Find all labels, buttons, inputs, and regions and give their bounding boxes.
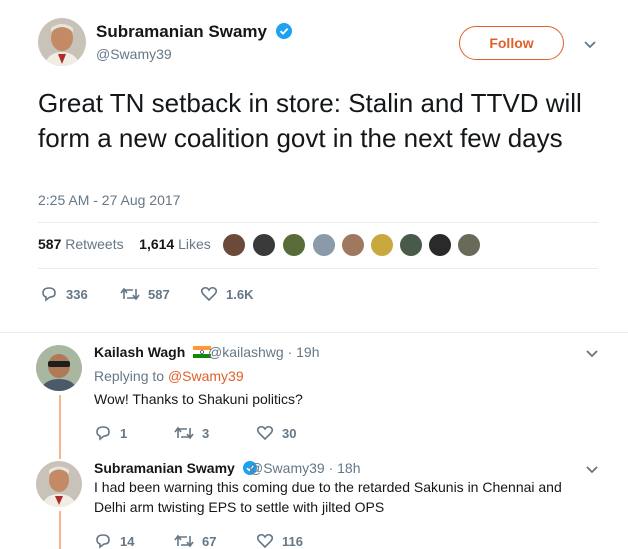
chevron-down-icon[interactable] xyxy=(585,465,599,475)
author-handle[interactable]: @Swamy39 xyxy=(96,46,172,62)
divider xyxy=(38,222,598,223)
liker-avatar[interactable] xyxy=(222,233,246,257)
divider xyxy=(38,268,598,269)
follow-button[interactable]: Follow xyxy=(459,26,564,60)
author-name[interactable]: Subramanian Swamy xyxy=(96,22,292,42)
reply-time[interactable]: · 19h xyxy=(288,344,320,360)
liker-avatar[interactable] xyxy=(399,233,423,257)
chevron-down-icon[interactable] xyxy=(583,40,597,50)
liker-avatar[interactable] xyxy=(252,233,276,257)
reply-icon xyxy=(42,287,56,302)
reply-icon xyxy=(96,534,110,549)
like-action[interactable]: 1.6K xyxy=(200,284,253,304)
heart-icon xyxy=(256,425,274,441)
retweet-action[interactable]: 67 xyxy=(174,531,216,549)
engagement-stats: 587 Retweets 1,614 Likes xyxy=(38,236,211,252)
liker-avatar[interactable] xyxy=(457,233,481,257)
heart-icon xyxy=(256,533,274,549)
reply-text: I had been warning this coming due to th… xyxy=(94,479,562,515)
reply-author-name[interactable]: Subramanian Swamy xyxy=(94,460,257,476)
reply-tweet[interactable]: Kailash Wagh @kailashwg · 19h Replying t… xyxy=(0,333,628,453)
reply-avatar[interactable] xyxy=(36,345,82,391)
reply-avatar[interactable] xyxy=(36,461,82,507)
main-tweet: Subramanian Swamy @Swamy39 Follow Great … xyxy=(0,0,628,332)
thread-connector xyxy=(59,449,61,459)
reply-author-handle[interactable]: @kailashwg xyxy=(208,344,284,360)
reply-meta: @Swamy39 · 18h xyxy=(249,460,361,476)
thread-connector xyxy=(59,395,61,453)
reply-action[interactable]: 1 xyxy=(94,423,127,443)
reply-text: Wow! Thanks to Shakuni politics? xyxy=(94,391,303,407)
reply-action[interactable]: 336 xyxy=(40,284,88,304)
reply-icon xyxy=(96,426,110,441)
liker-avatar[interactable] xyxy=(282,233,306,257)
reply-action[interactable]: 14 xyxy=(94,531,134,549)
reply-time[interactable]: · 18h xyxy=(329,460,361,476)
retweet-icon xyxy=(120,287,140,301)
tweet-timestamp[interactable]: 2:25 AM - 27 Aug 2017 xyxy=(38,192,180,208)
retweet-action[interactable]: 3 xyxy=(174,423,209,443)
like-action[interactable]: 116 xyxy=(256,531,303,549)
likes-stat[interactable]: 1,614 Likes xyxy=(139,236,211,252)
author-avatar[interactable] xyxy=(38,18,86,66)
replying-to-link[interactable]: @Swamy39 xyxy=(168,368,244,384)
reply-author-name[interactable]: Kailash Wagh xyxy=(94,344,215,360)
replying-to: Replying to @Swamy39 xyxy=(94,368,244,384)
liker-avatar[interactable] xyxy=(341,233,365,257)
author-name-text: Subramanian Swamy xyxy=(96,22,268,41)
thread-connector xyxy=(59,511,61,549)
verified-badge-icon xyxy=(275,23,292,39)
retweet-icon xyxy=(174,534,194,548)
chevron-down-icon[interactable] xyxy=(585,349,599,359)
like-action[interactable]: 30 xyxy=(256,423,296,443)
retweet-action[interactable]: 587 xyxy=(120,284,170,304)
reply-author-handle[interactable]: @Swamy39 xyxy=(249,460,325,476)
tweet-text: Great TN setback in store: Stalin and TT… xyxy=(38,88,582,153)
reply-tweet[interactable]: Subramanian Swamy @Swamy39 · 18h I had b… xyxy=(0,449,628,549)
reply-meta: @kailashwg · 19h xyxy=(208,344,320,360)
liker-avatar[interactable] xyxy=(428,233,452,257)
retweets-stat[interactable]: 587 Retweets xyxy=(38,236,124,252)
retweet-icon xyxy=(174,426,194,440)
liker-avatar[interactable] xyxy=(370,233,394,257)
liker-avatar[interactable] xyxy=(312,233,336,257)
heart-icon xyxy=(200,286,218,302)
